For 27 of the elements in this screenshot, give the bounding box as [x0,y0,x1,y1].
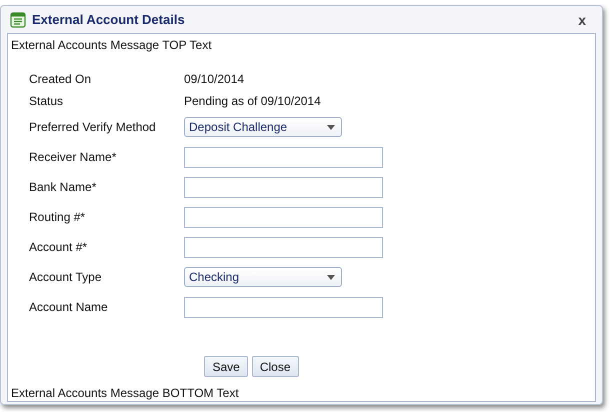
input-field[interactable] [184,236,383,258]
field-label: Receiver Name* [29,150,118,164]
field-label: Status [29,94,64,108]
field-label: Bank Name* [29,180,98,194]
field-value: Pending as of 09/10/2014 [184,94,321,108]
input-field[interactable] [184,296,383,318]
field-value: 09/10/2014 [184,72,244,86]
field-label: Routing #* [29,210,86,224]
top-message: External Accounts Message TOP Text [10,37,213,52]
window-icon [10,12,26,28]
field-label: Account Type [29,270,102,284]
input-field[interactable] [184,146,383,168]
field-label: Account Name [29,300,109,314]
caret-icon [327,124,335,130]
dropdown[interactable]: Checking [184,267,342,287]
bottom-message: External Accounts Message BOTTOM Text [10,385,240,401]
dialog-button[interactable]: Save [204,356,248,377]
window-close-icon-button[interactable]: x [568,12,596,28]
field-label: Account #* [29,240,88,254]
input-field[interactable] [184,176,383,198]
field-label: Created On [29,72,92,86]
field-label: Preferred Verify Method [29,120,157,134]
input-field[interactable] [184,206,383,228]
dialog-button[interactable]: Close [252,356,299,377]
window-title: External Account Details [32,12,186,27]
caret-icon [327,274,335,280]
dropdown[interactable]: Deposit Challenge [184,117,342,137]
